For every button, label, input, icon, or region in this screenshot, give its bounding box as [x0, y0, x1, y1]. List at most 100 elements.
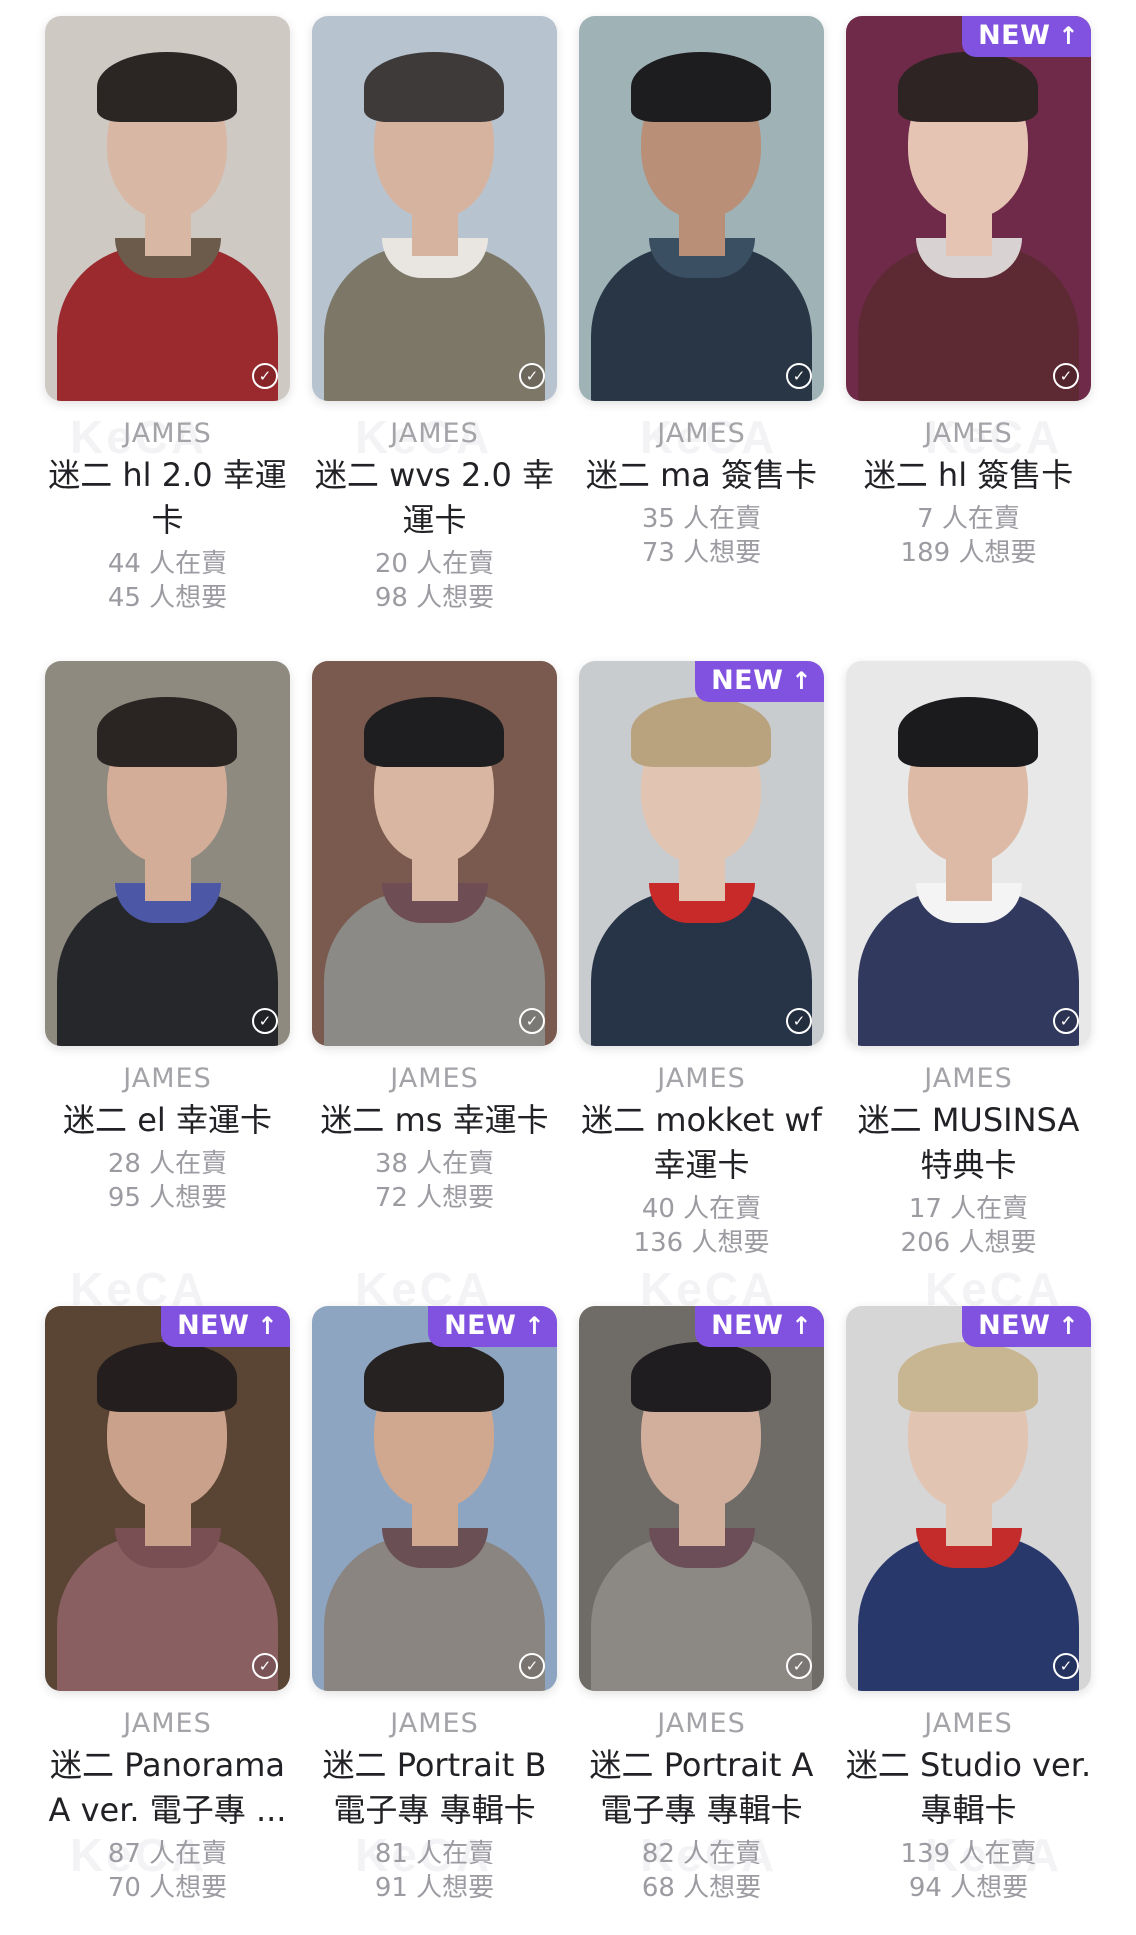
selling-count: 81 人在賣: [374, 1839, 495, 1869]
arrow-up-icon: ↑: [1058, 21, 1079, 50]
wanting-count: 68 人想要: [641, 1873, 762, 1903]
photocard-item[interactable]: ✓ JAMES 迷二 ms 幸運卡 38 人在賣 72 人想要: [301, 645, 568, 1290]
photo-figure-hair: [631, 697, 771, 767]
photo-figure-hair: [898, 697, 1038, 767]
wanting-count: 94 人想要: [908, 1873, 1029, 1903]
new-badge-label: NEW: [978, 1310, 1051, 1341]
photocard-item[interactable]: NEW ↑ ✓ JAMES 迷二 Portrait B 電子專 專輯卡 81 人…: [301, 1290, 568, 1935]
check-circle-icon[interactable]: ✓: [252, 1653, 278, 1679]
photocard-image[interactable]: NEW ↑ ✓: [846, 16, 1091, 401]
arrow-up-icon: ↑: [257, 1311, 278, 1340]
card-title: 迷二 hl 簽售卡: [863, 456, 1074, 494]
photocard-item[interactable]: ✓ JAMES 迷二 wvs 2.0 幸運卡 20 人在賣 98 人想要: [301, 0, 568, 645]
arrow-up-icon: ↑: [791, 666, 812, 695]
card-stats: 20 人在賣 98 人想要: [301, 547, 568, 615]
check-circle-icon[interactable]: ✓: [786, 1008, 812, 1034]
card-title: 迷二 Portrait A 電子專 專輯卡: [589, 1746, 814, 1829]
wanting-count: 136 人想要: [633, 1228, 770, 1258]
selling-count: 44 人在賣: [107, 549, 228, 579]
artist-name: JAMES: [390, 1708, 479, 1739]
card-title: 迷二 mokket wf 幸運卡: [581, 1101, 822, 1184]
check-circle-icon[interactable]: ✓: [252, 1008, 278, 1034]
new-badge: NEW ↑: [695, 1306, 824, 1347]
photocard-item[interactable]: NEW ↑ ✓ JAMES 迷二 Panorama A ver. 電子專 ...…: [34, 1290, 301, 1935]
new-badge-label: NEW: [978, 20, 1051, 51]
photocard-image[interactable]: ✓: [846, 661, 1091, 1046]
arrow-up-icon: ↑: [1058, 1311, 1079, 1340]
photocard-image[interactable]: NEW ↑ ✓: [846, 1306, 1091, 1691]
card-title: 迷二 el 幸運卡: [63, 1101, 272, 1139]
artist-name: JAMES: [123, 1063, 212, 1094]
card-title: 迷二 Portrait B 電子專 專輯卡: [322, 1746, 547, 1829]
check-circle-icon[interactable]: ✓: [786, 1653, 812, 1679]
photocard-item[interactable]: NEW ↑ ✓ JAMES 迷二 Portrait A 電子專 專輯卡 82 人…: [568, 1290, 835, 1935]
artist-name: JAMES: [123, 1708, 212, 1739]
card-stats: 7 人在賣 189 人想要: [835, 502, 1102, 570]
photo-figure-hair: [97, 697, 237, 767]
photocard-image[interactable]: ✓: [45, 661, 290, 1046]
selling-count: 17 人在賣: [908, 1194, 1029, 1224]
artist-name: JAMES: [924, 418, 1013, 449]
new-badge-label: NEW: [711, 1310, 784, 1341]
card-stats: 38 人在賣 72 人想要: [301, 1147, 568, 1215]
card-stats: 81 人在賣 91 人想要: [301, 1837, 568, 1905]
selling-count: 20 人在賣: [374, 549, 495, 579]
wanting-count: 95 人想要: [107, 1183, 228, 1213]
photocard-image[interactable]: NEW ↑ ✓: [579, 1306, 824, 1691]
wanting-count: 206 人想要: [900, 1228, 1037, 1258]
photo-figure-hair: [898, 1342, 1038, 1412]
photo-figure-hair: [97, 52, 237, 122]
photocard-image[interactable]: NEW ↑ ✓: [579, 661, 824, 1046]
selling-count: 7 人在賣: [917, 504, 1020, 534]
card-stats: 44 人在賣 45 人想要: [34, 547, 301, 615]
card-stats: 35 人在賣 73 人想要: [568, 502, 835, 570]
check-circle-icon[interactable]: ✓: [519, 1008, 545, 1034]
photocard-image[interactable]: ✓: [45, 16, 290, 401]
artist-name: JAMES: [924, 1708, 1013, 1739]
photocard-item[interactable]: NEW ↑ ✓ JAMES 迷二 Studio ver. 專輯卡 139 人在賣…: [835, 1290, 1102, 1935]
photo-figure-hair: [97, 1342, 237, 1412]
wanting-count: 189 人想要: [900, 538, 1037, 568]
photo-figure-hair: [898, 52, 1038, 122]
check-circle-icon[interactable]: ✓: [1053, 363, 1079, 389]
new-badge: NEW ↑: [962, 16, 1091, 57]
check-circle-icon[interactable]: ✓: [786, 363, 812, 389]
new-badge: NEW ↑: [962, 1306, 1091, 1347]
check-circle-icon[interactable]: ✓: [519, 1653, 545, 1679]
new-badge: NEW ↑: [695, 661, 824, 702]
photocard-item[interactable]: NEW ↑ ✓ JAMES 迷二 mokket wf 幸運卡 40 人在賣 13…: [568, 645, 835, 1290]
artist-name: JAMES: [390, 418, 479, 449]
photocard-image[interactable]: ✓: [312, 661, 557, 1046]
selling-count: 139 人在賣: [900, 1839, 1037, 1869]
photocard-image[interactable]: ✓: [312, 16, 557, 401]
photocard-item[interactable]: ✓ JAMES 迷二 ma 簽售卡 35 人在賣 73 人想要: [568, 0, 835, 645]
artist-name: JAMES: [390, 1063, 479, 1094]
check-circle-icon[interactable]: ✓: [252, 363, 278, 389]
wanting-count: 45 人想要: [107, 583, 228, 613]
wanting-count: 72 人想要: [374, 1183, 495, 1213]
check-circle-icon[interactable]: ✓: [1053, 1008, 1079, 1034]
card-title: 迷二 wvs 2.0 幸運卡: [314, 456, 555, 539]
artist-name: JAMES: [924, 1063, 1013, 1094]
photocard-image[interactable]: NEW ↑ ✓: [45, 1306, 290, 1691]
check-circle-icon[interactable]: ✓: [1053, 1653, 1079, 1679]
card-title: 迷二 ms 幸運卡: [320, 1101, 549, 1139]
new-badge: NEW ↑: [428, 1306, 557, 1347]
new-badge-label: NEW: [444, 1310, 517, 1341]
artist-name: JAMES: [123, 418, 212, 449]
photocard-item[interactable]: ✓ JAMES 迷二 hl 2.0 幸運卡 44 人在賣 45 人想要: [34, 0, 301, 645]
photocard-item[interactable]: NEW ↑ ✓ JAMES 迷二 hl 簽售卡 7 人在賣 189 人想要: [835, 0, 1102, 645]
photo-figure-hair: [631, 52, 771, 122]
photocard-item[interactable]: ✓ JAMES 迷二 el 幸運卡 28 人在賣 95 人想要: [34, 645, 301, 1290]
photocard-image[interactable]: NEW ↑ ✓: [312, 1306, 557, 1691]
card-title: 迷二 MUSINSA 特典卡: [857, 1101, 1080, 1184]
photo-figure-hair: [364, 697, 504, 767]
new-badge: NEW ↑: [161, 1306, 290, 1347]
wanting-count: 98 人想要: [374, 583, 495, 613]
photo-figure-hair: [364, 52, 504, 122]
photocard-image[interactable]: ✓: [579, 16, 824, 401]
card-title: 迷二 Panorama A ver. 電子專 ...: [48, 1746, 287, 1829]
card-stats: 82 人在賣 68 人想要: [568, 1837, 835, 1905]
check-circle-icon[interactable]: ✓: [519, 363, 545, 389]
photocard-item[interactable]: ✓ JAMES 迷二 MUSINSA 特典卡 17 人在賣 206 人想要: [835, 645, 1102, 1290]
